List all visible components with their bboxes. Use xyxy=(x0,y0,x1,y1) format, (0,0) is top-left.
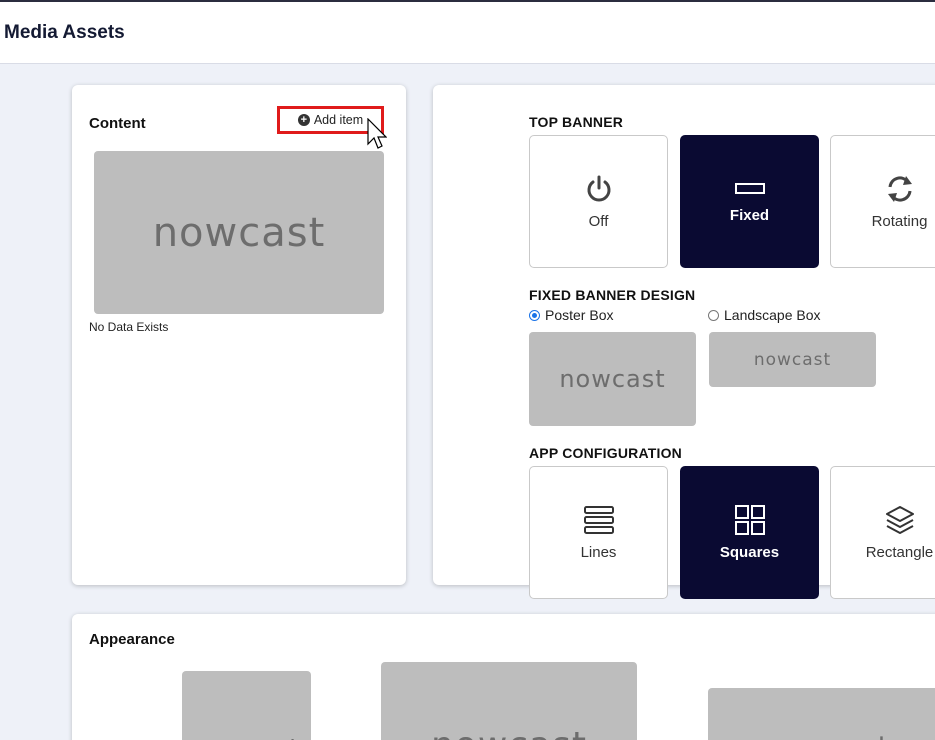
option-label: Squares xyxy=(719,544,780,561)
nowcast-logo: nowcast xyxy=(152,209,326,256)
content-title: Content xyxy=(89,115,146,132)
page-title: Media Assets xyxy=(4,22,125,43)
top-banner-option-fixed[interactable]: Fixed xyxy=(680,135,819,268)
power-icon xyxy=(587,175,610,202)
grid-icon xyxy=(734,505,765,535)
nowcast-logo: nowcast xyxy=(193,734,299,740)
app-configuration-title: APP CONFIGURATION xyxy=(529,445,682,461)
option-label: Rectangle xyxy=(865,544,934,561)
app-config-option-squares[interactable]: Squares xyxy=(680,466,819,599)
rotate-icon xyxy=(887,176,912,202)
nowcast-logo: nowcast xyxy=(431,725,587,740)
plus-circle-icon: + xyxy=(297,114,310,126)
mouse-cursor-icon xyxy=(367,118,387,149)
poster-box-radio[interactable]: Poster Box xyxy=(529,307,613,323)
lines-icon xyxy=(583,506,614,534)
appearance-title: Appearance xyxy=(89,631,175,648)
option-label: Rotating xyxy=(871,213,928,230)
option-label: Off xyxy=(588,213,609,230)
nowcast-logo: nowcast xyxy=(753,349,832,370)
top-banner-title: TOP BANNER xyxy=(529,114,624,130)
appearance-preview-1[interactable]: nowcast xyxy=(182,671,311,740)
radio-label: Poster Box xyxy=(545,307,614,323)
fixed-banner-design-title: FIXED BANNER DESIGN xyxy=(529,287,696,303)
layers-icon xyxy=(885,506,914,534)
nowcast-logo: nowcast xyxy=(559,365,666,393)
banner-settings-card: TOP BANNER Off Fixed Rotating FIXED BANN… xyxy=(433,85,935,599)
radio-unselected-icon xyxy=(708,309,719,321)
top-banner-option-off[interactable]: Off xyxy=(529,135,668,268)
app-config-option-rectangle[interactable]: Rectangle xyxy=(830,466,935,599)
option-label: Fixed xyxy=(729,207,770,224)
page-header: Media Assets xyxy=(0,2,935,64)
radio-selected-icon xyxy=(529,309,540,321)
nowcast-logo: nowcast xyxy=(771,731,890,740)
content-placeholder-image: nowcast xyxy=(94,151,384,314)
radio-label: Landscape Box xyxy=(724,307,821,323)
content-card: Content + Add item nowcast No Data Exist… xyxy=(72,85,406,585)
poster-box-preview[interactable]: nowcast xyxy=(529,332,696,426)
rectangle-icon xyxy=(734,183,765,194)
landscape-box-radio[interactable]: Landscape Box xyxy=(708,307,821,323)
appearance-preview-2[interactable]: nowcast xyxy=(381,662,637,740)
add-item-label: Add item xyxy=(313,113,364,127)
option-label: Lines xyxy=(580,544,617,561)
app-config-option-lines[interactable]: Lines xyxy=(529,466,668,599)
top-banner-option-rotating[interactable]: Rotating xyxy=(830,135,935,268)
appearance-card: Appearance nowcast nowcast nowcast xyxy=(72,614,935,740)
empty-state-text: No Data Exists xyxy=(89,320,169,334)
appearance-preview-3[interactable]: nowcast xyxy=(708,688,935,740)
landscape-box-preview[interactable]: nowcast xyxy=(709,332,876,387)
